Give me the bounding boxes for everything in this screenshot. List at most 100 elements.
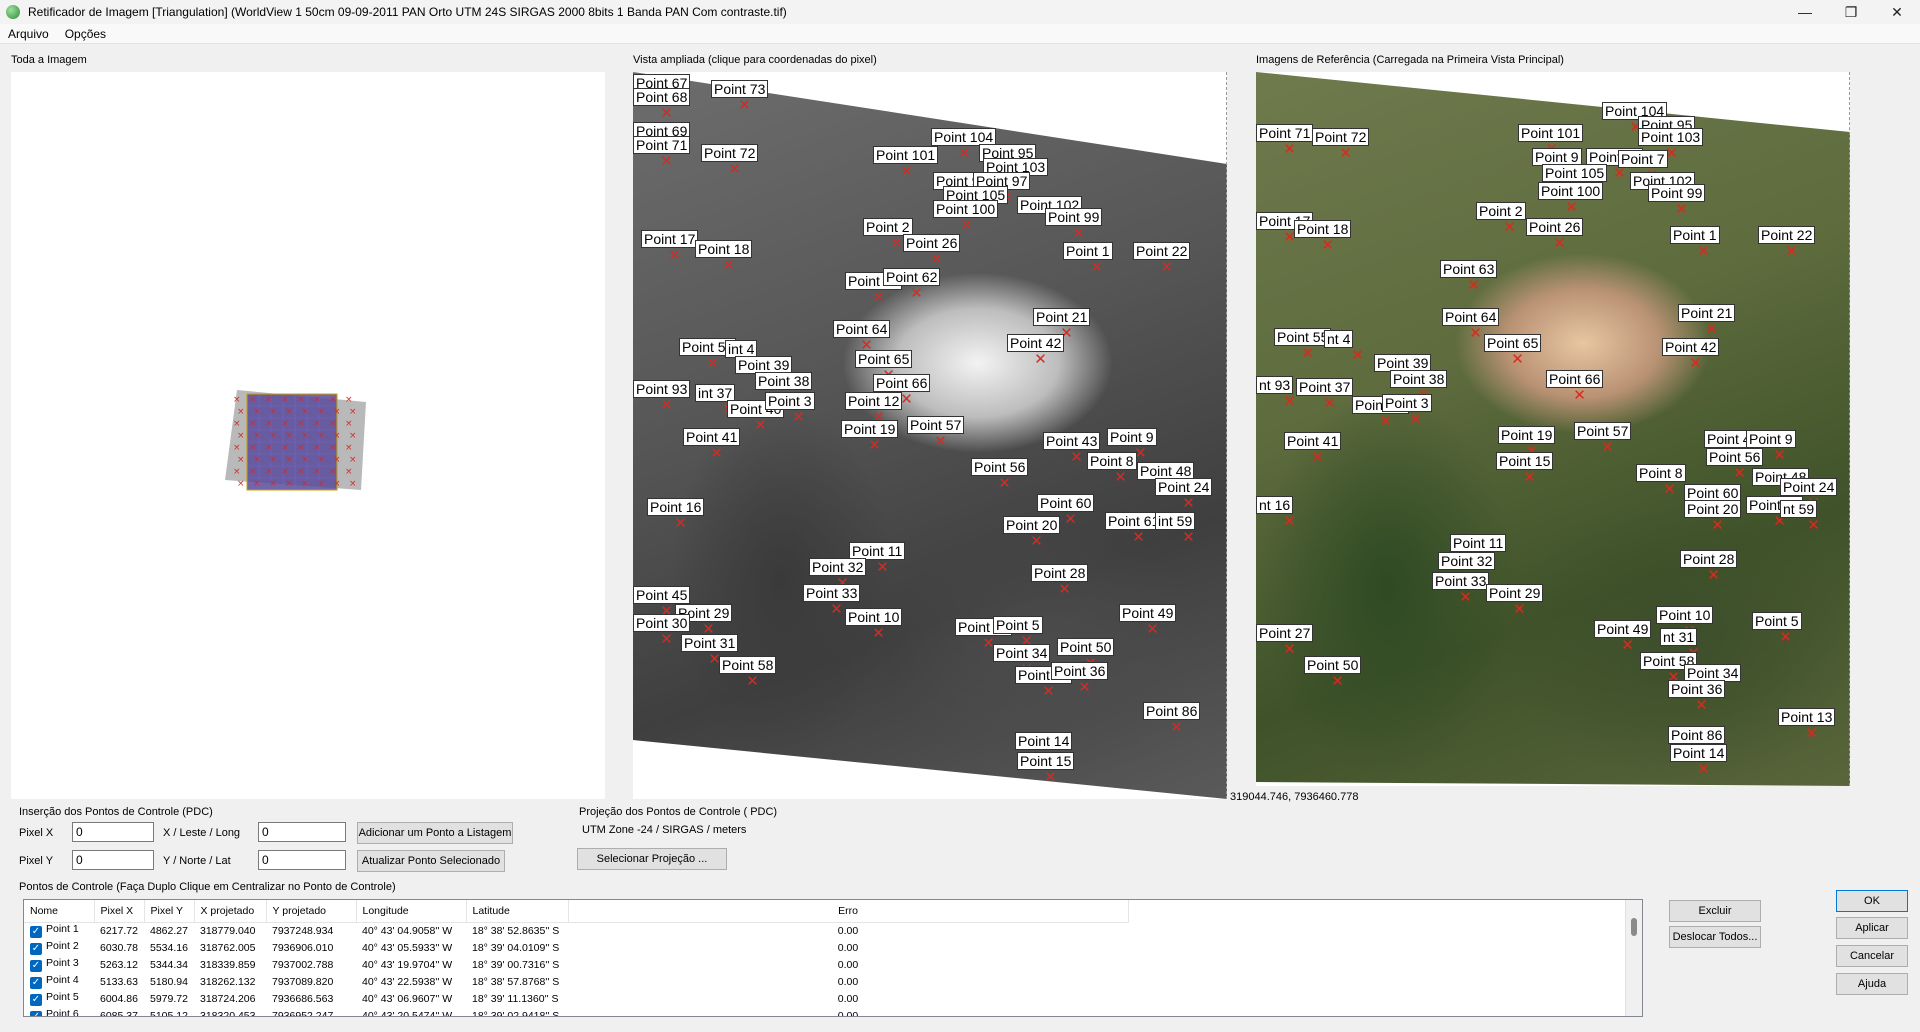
reference-point-label[interactable]: nt 93 [1256,376,1294,394]
reference-point-label[interactable]: Point 19 [1498,426,1556,444]
cross-marker-icon[interactable]: ✕ [1502,220,1517,235]
cross-marker-icon[interactable]: ✕ [1572,388,1587,403]
cross-marker-icon[interactable]: ✕ [959,218,974,233]
overview-pane[interactable]: × × × × × × × × × × × × × × × × × × × × × × × × × × × × × × × × × × × × × × × ×… [11,72,605,799]
reference-point-label[interactable]: Point 1 [1670,226,1720,244]
reference-point-label[interactable]: Point 18 [1294,220,1352,238]
cross-marker-icon[interactable]: ✕ [1181,530,1196,545]
cross-marker-icon[interactable]: ✕ [1706,568,1721,583]
cross-marker-icon[interactable]: ✕ [1620,638,1635,653]
menu-opcoes[interactable]: Opções [57,27,114,41]
cross-marker-icon[interactable]: ✕ [659,632,674,647]
cross-marker-icon[interactable]: ✕ [871,290,886,305]
checkbox-icon[interactable]: ✓ [30,960,42,972]
cross-marker-icon[interactable]: ✕ [1552,236,1567,251]
cross-marker-icon[interactable]: ✕ [1804,726,1819,741]
cross-marker-icon[interactable]: ✕ [1033,352,1048,367]
reference-point-label[interactable]: Point 20 [1684,500,1742,518]
move-all-button[interactable]: Deslocar Todos... [1669,926,1761,948]
cross-marker-icon[interactable]: ✕ [1181,496,1196,511]
gray-point-label[interactable]: Point 99 [1045,208,1103,226]
cross-marker-icon[interactable]: ✕ [1077,680,1092,695]
gray-point-label[interactable]: Point 9 [1107,428,1157,446]
reference-point-label[interactable]: Point 49 [1594,620,1652,638]
reference-point-label[interactable]: Point 37 [1296,378,1354,396]
reference-point-label[interactable]: Point 21 [1678,304,1736,322]
cross-marker-icon[interactable]: ✕ [709,446,724,461]
gray-point-label[interactable]: Point 72 [701,144,759,162]
column-header[interactable]: Latitude [466,900,569,923]
cross-marker-icon[interactable]: ✕ [1772,448,1787,463]
cross-marker-icon[interactable]: ✕ [1564,200,1579,215]
cross-marker-icon[interactable]: ✕ [1688,356,1703,371]
checkbox-icon[interactable]: ✓ [30,943,42,955]
cross-marker-icon[interactable]: ✕ [1041,684,1056,699]
help-button[interactable]: Ajuda [1836,973,1908,995]
gray-point-label[interactable]: Point 61 [1105,512,1163,530]
cross-marker-icon[interactable]: ✕ [753,418,768,433]
cross-marker-icon[interactable]: ✕ [1512,602,1527,617]
gray-point-label[interactable]: Point 45 [633,586,691,604]
reference-point-label[interactable]: Point 11 [1450,534,1507,552]
reference-point-label[interactable]: Point 14 [1670,744,1728,762]
reference-point-label[interactable]: Point 50 [1304,656,1362,674]
cross-marker-icon[interactable]: ✕ [997,476,1012,491]
table-row[interactable]: ✓ Point 2 6030.78 5534.16 318762.005 7936906.… [24,939,1128,956]
gray-point-label[interactable]: Point 19 [841,420,899,438]
reference-point-label[interactable]: Point 26 [1526,218,1584,236]
cross-marker-icon[interactable]: ✕ [721,258,736,273]
gray-point-label[interactable]: Point 60 [1037,494,1095,512]
cross-marker-icon[interactable]: ✕ [1378,414,1393,429]
cross-marker-icon[interactable]: ✕ [1169,720,1184,735]
reference-point-label[interactable]: Point 24 [1780,478,1838,496]
column-header[interactable]: X projetado [194,900,267,923]
cross-marker-icon[interactable]: ✕ [909,286,924,301]
reference-view-pane[interactable]: Point 71✕Point 72✕Point 104✕Point 95✕Poi… [1256,72,1850,786]
gray-point-label[interactable]: Point 22 [1133,242,1191,260]
reference-point-label[interactable]: nt 31 [1660,628,1698,646]
reference-point-label[interactable]: Point 63 [1440,260,1498,278]
cross-marker-icon[interactable]: ✕ [705,356,720,371]
gray-point-label[interactable]: Point 73 [711,80,769,98]
cross-marker-icon[interactable]: ✕ [1300,346,1315,361]
add-point-button[interactable]: Adicionar um Ponto a Listagem [357,822,513,844]
reference-point-label[interactable]: Point 27 [1256,624,1314,642]
gray-point-label[interactable]: Point 41 [683,428,741,446]
cross-marker-icon[interactable]: ✕ [829,602,844,617]
cross-marker-icon[interactable]: ✕ [1282,142,1297,157]
cross-marker-icon[interactable]: ✕ [1778,630,1793,645]
cross-marker-icon[interactable]: ✕ [659,154,674,169]
gray-point-label[interactable]: Point 5 [993,616,1043,634]
reference-point-label[interactable]: Point 38 [1390,370,1448,388]
cross-marker-icon[interactable]: ✕ [1612,166,1627,181]
reference-point-label[interactable]: Point 42 [1662,338,1720,356]
cross-marker-icon[interactable]: ✕ [1696,762,1711,777]
checkbox-icon[interactable]: ✓ [30,1011,42,1016]
gray-point-label[interactable]: Point 71 [633,136,691,154]
cross-marker-icon[interactable]: ✕ [1071,226,1086,241]
cancel-button[interactable]: Cancelar [1836,945,1908,967]
cross-marker-icon[interactable]: ✕ [1600,440,1615,455]
cross-marker-icon[interactable]: ✕ [737,98,752,113]
reference-point-label[interactable]: Point 28 [1680,550,1738,568]
cross-marker-icon[interactable]: ✕ [933,434,948,449]
gray-point-label[interactable]: Point 36 [1051,662,1109,680]
cross-marker-icon[interactable]: ✕ [867,438,882,453]
table-row[interactable]: ✓ Point 4 5133.63 5180.94 318262.132 7937089.… [24,973,1128,990]
reference-point-label[interactable]: Point 99 [1648,184,1706,202]
cross-marker-icon[interactable]: ✕ [1338,146,1353,161]
scrollbar-thumb[interactable] [1631,918,1637,936]
reference-point-label[interactable]: nt 59 [1780,500,1818,518]
gray-point-label[interactable]: Point 93 [633,380,691,398]
cross-marker-icon[interactable]: ✕ [1694,698,1709,713]
close-icon[interactable]: ✕ [1874,0,1920,24]
cross-marker-icon[interactable]: ✕ [1063,512,1078,527]
reference-point-label[interactable]: Point 71 [1256,124,1314,142]
table-row[interactable]: ✓ Point 6 6085.37 5105.12 318320.453 7936952.… [24,1007,1128,1016]
reference-point-label[interactable]: Point 15 [1496,452,1554,470]
maximize-icon[interactable]: ❐ [1828,0,1874,24]
cross-marker-icon[interactable]: ✕ [1522,470,1537,485]
column-header[interactable]: Nome [24,900,95,923]
cross-marker-icon[interactable]: ✕ [1732,466,1747,481]
cross-marker-icon[interactable]: ✕ [1282,642,1297,657]
